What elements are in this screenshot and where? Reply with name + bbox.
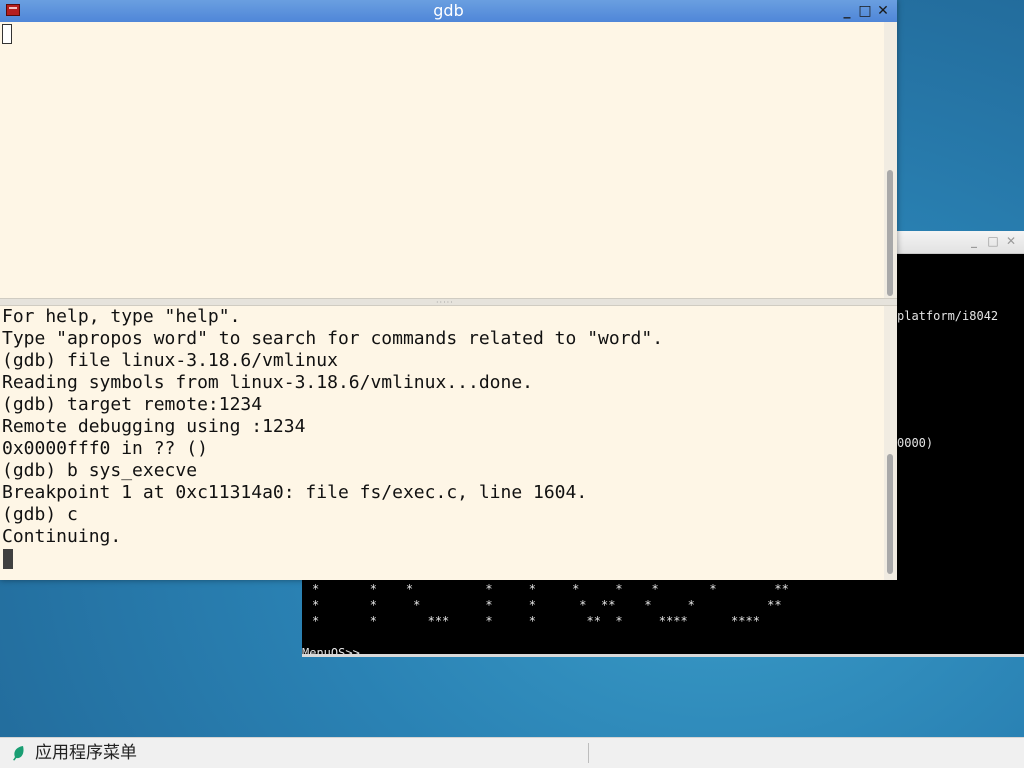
qemu-line: 0000) [897,436,934,450]
console-line: (gdb) c [2,504,78,525]
qemu-maximize-button[interactable]: □ [986,234,1000,248]
source-scrollbar-thumb[interactable] [887,170,893,296]
window-title: gdb [433,1,464,20]
qemu-line: platform/i8042 [897,309,999,323]
source-scrollbar[interactable] [884,22,897,298]
taskbar: 应用程序菜单 [0,737,1024,768]
console-line: Reading symbols from linux-3.18.6/vmlinu… [2,372,534,393]
block-cursor [3,549,13,569]
leaf-icon[interactable] [10,744,28,762]
console-line: (gdb) target remote:1234 [2,394,263,415]
console-line: For help, type "help". [2,306,241,327]
gdb-window[interactable]: gdb _ □ ✕ ····· For help, type "help". T… [0,0,897,580]
source-pane[interactable] [0,22,884,298]
console-line: Breakpoint 1 at 0xc11314a0: file fs/exec… [2,482,588,503]
qemu-minimize-button[interactable]: _ [967,234,981,248]
gdb-titlebar[interactable]: gdb _ □ ✕ [0,0,897,22]
qemu-close-button[interactable]: ✕ [1004,234,1018,248]
maximize-button[interactable]: □ [857,3,873,19]
console-line: (gdb) b sys_execve [2,460,198,481]
console-line: Continuing. [2,526,122,547]
qemu-art-row: * * *** * * ** * **** **** [312,614,760,628]
qemu-prompt: MenuOS>>_ [302,646,368,654]
console-scrollbar-thumb[interactable] [887,454,893,574]
applications-menu-button[interactable]: 应用程序菜单 [35,742,137,764]
console-input-line[interactable] [0,548,884,570]
pane-splitter[interactable]: ····· [0,298,897,307]
console-line: 0x0000fff0 in ?? () [2,438,208,459]
minimize-button[interactable]: _ [839,3,855,19]
taskbar-separator [588,743,589,763]
console-line: Remote debugging using :1234 [2,416,306,437]
console-pane[interactable]: For help, type "help". Type "apropos wor… [0,306,884,574]
qemu-art-row: * * * * * * * * * ** [312,582,789,596]
close-button[interactable]: ✕ [875,3,891,19]
console-line: (gdb) file linux-3.18.6/vmlinux [2,350,338,371]
console-line: Type "apropos word" to search for comman… [2,328,664,349]
console-scrollbar[interactable] [884,306,897,580]
qemu-art-row: * * * * * * ** * * ** [312,598,782,612]
text-cursor [2,24,12,44]
